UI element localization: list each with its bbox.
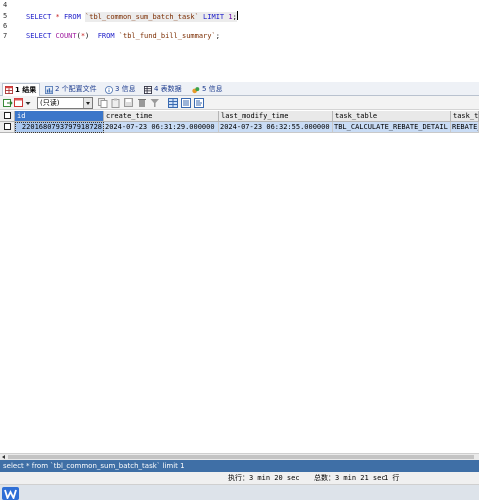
- table-name: `tbl_common_sum_batch_task`: [85, 13, 199, 21]
- sql-editor[interactable]: 4 5 6 7 SELECT * FROM `tbl_common_sum_ba…: [0, 0, 479, 82]
- column-header-task-type[interactable]: task_ty: [451, 111, 479, 122]
- tab-messages[interactable]: 5 信息: [190, 83, 226, 96]
- grid-header-row: id create_time last_modify_time task_tab…: [0, 111, 479, 122]
- keyword-limit: LIMIT: [203, 13, 225, 21]
- operator-star: *: [55, 13, 60, 21]
- statement-terminator: ;: [215, 32, 220, 40]
- save-icon[interactable]: [124, 98, 134, 108]
- line-number: 4: [3, 1, 8, 9]
- cell-task-type[interactable]: REBATE_: [451, 122, 479, 133]
- code-line-select-count[interactable]: SELECT COUNT(*) FROM `tbl_fund_bill_summ…: [26, 31, 220, 41]
- line-number-gutter: 4 5 6 7: [0, 0, 14, 82]
- cell-create-time[interactable]: 2024-07-23 06:31:29.000000: [104, 122, 219, 133]
- column-header-task-table[interactable]: task_table: [333, 111, 451, 122]
- row-checkbox[interactable]: [4, 123, 11, 130]
- code-line-select-batch-task[interactable]: SELECT * FROM `tbl_common_sum_batch_task…: [26, 11, 238, 22]
- info-icon: [105, 85, 113, 94]
- text-view-icon[interactable]: [194, 98, 204, 108]
- text-caret: [236, 11, 238, 20]
- scrollbar-thumb[interactable]: [8, 455, 474, 459]
- table-name: `tbl_fund_bill_summary`: [118, 32, 216, 40]
- taskbar: [0, 485, 479, 500]
- grid-options-icon[interactable]: [14, 98, 24, 108]
- paste-icon[interactable]: [111, 98, 121, 108]
- tab-label: 2 个配置文件: [55, 85, 97, 93]
- dropdown-icon[interactable]: [25, 98, 31, 108]
- execution-time: 执行：3 min 20 sec: [228, 474, 300, 482]
- select-all-cell[interactable]: [0, 111, 15, 122]
- tab-info[interactable]: 3 信息: [103, 83, 139, 96]
- line-number: 5: [3, 12, 8, 20]
- tab-label: 4 表数据: [154, 85, 182, 93]
- function-count: COUNT: [55, 32, 77, 40]
- results-grid[interactable]: id create_time last_modify_time task_tab…: [0, 111, 479, 453]
- delete-icon[interactable]: [137, 98, 147, 108]
- copy-icon[interactable]: [98, 98, 108, 108]
- wps-icon[interactable]: [2, 487, 19, 500]
- query-status-bar: select * from `tbl_common_sum_batch_task…: [0, 460, 479, 472]
- table-row[interactable]: 2201680793797918728 2024-07-23 06:31:29.…: [0, 122, 479, 133]
- column-header-create-time[interactable]: create_time: [104, 111, 219, 122]
- column-header-id[interactable]: id: [15, 111, 104, 122]
- export-icon[interactable]: [3, 98, 13, 108]
- results-toolbar: (只读): [0, 96, 479, 110]
- line-number: 7: [3, 32, 8, 40]
- horizontal-scrollbar[interactable]: [0, 453, 479, 460]
- form-view-icon[interactable]: [181, 98, 191, 108]
- tab-table-data[interactable]: 4 表数据: [142, 83, 185, 96]
- keyword-from: FROM: [97, 32, 115, 40]
- tab-results[interactable]: 1 结果: [2, 83, 41, 96]
- keyword-select: SELECT: [26, 13, 52, 21]
- cell-task-table[interactable]: TBL_CALCULATE_REBATE_DETAIL: [333, 122, 451, 133]
- filter-icon[interactable]: [150, 98, 160, 108]
- select-value: (只读): [40, 99, 60, 107]
- tab-profiles[interactable]: 2 个配置文件: [43, 83, 100, 96]
- line-number: 6: [3, 22, 8, 30]
- read-only-mode-select[interactable]: (只读): [37, 97, 93, 109]
- row-select-cell[interactable]: [0, 122, 15, 133]
- table-grid-icon: [5, 86, 13, 94]
- tab-label: 5 信息: [202, 85, 223, 93]
- wps-logo-glyph: [4, 489, 17, 499]
- column-header-last-modify-time[interactable]: last_modify_time: [219, 111, 333, 122]
- executed-query-text: select * from `tbl_common_sum_batch_task…: [3, 462, 185, 470]
- profile-icon: [45, 85, 53, 94]
- tab-label: 3 信息: [115, 85, 136, 93]
- paren-close: ): [85, 32, 90, 40]
- cell-id[interactable]: 2201680793797918728: [15, 122, 104, 133]
- keyword-select: SELECT: [26, 32, 52, 40]
- row-count: 1 行: [384, 474, 400, 482]
- keyword-from: FROM: [63, 13, 81, 21]
- grid-view-icon[interactable]: [168, 98, 178, 108]
- result-tabs: 1 结果 2 个配置文件 3 信息 4 表数据 5 信息: [0, 82, 479, 96]
- tab-label: 1 结果: [15, 85, 37, 94]
- table-data-icon: [144, 85, 152, 94]
- cell-last-modify-time[interactable]: 2024-07-23 06:32:55.000000: [219, 122, 333, 133]
- chevron-down-icon[interactable]: [83, 98, 92, 108]
- total-time: 总数：3 min 21 sec: [314, 474, 386, 482]
- messages-icon: [192, 86, 200, 93]
- select-all-checkbox[interactable]: [4, 112, 11, 119]
- execution-info-bar: 执行：3 min 20 sec 总数：3 min 21 sec 1 行: [0, 472, 479, 485]
